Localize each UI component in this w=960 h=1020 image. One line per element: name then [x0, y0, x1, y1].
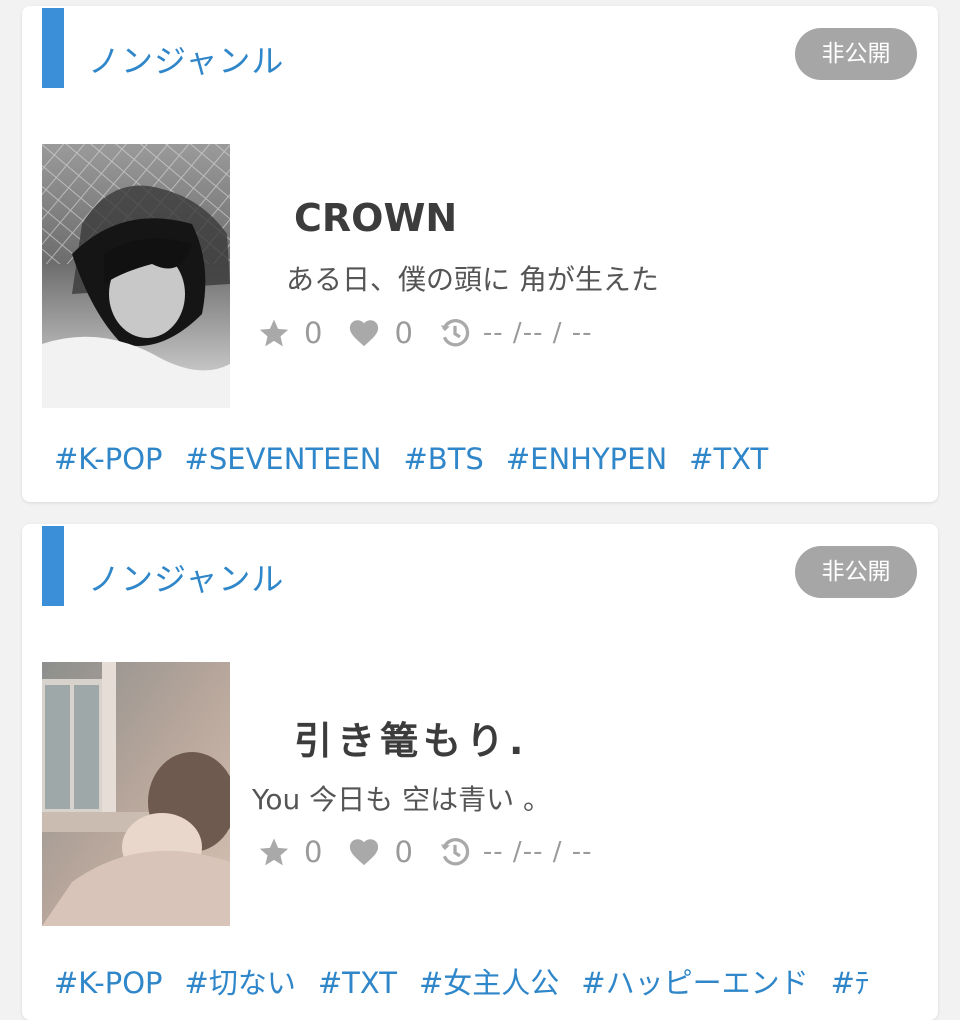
tag[interactable]: #SEVENTEEN [185, 442, 382, 476]
tag[interactable]: #切ない [185, 966, 296, 1000]
genre-accent-bar [42, 526, 64, 606]
tag[interactable]: #TXT [318, 966, 397, 1000]
stats-row: 0 0 -- /-- / -- [254, 313, 593, 353]
star-icon [254, 832, 294, 872]
star-count: 0 [304, 316, 323, 350]
tag[interactable]: #ハッピーエンド [581, 966, 808, 1000]
tag-list: #K-POP #切ない #TXT #女主人公 #ハッピーエンド #ﾃ [54, 960, 891, 1002]
history-icon [435, 313, 475, 353]
star-icon [254, 313, 294, 353]
tag[interactable]: #女主人公 [419, 966, 559, 1000]
novel-title[interactable]: CROWN [294, 196, 457, 240]
stats-row: 0 0 -- /-- / -- [254, 832, 593, 872]
updated-date: -- /-- / -- [482, 318, 593, 348]
novel-card[interactable]: ノンジャンル 非公開 引き篭もり. You 今日も 空は青い 。 0 0 -- … [22, 524, 938, 1020]
cover-image[interactable] [42, 662, 230, 926]
novel-description: ある日、僕の頭に 角が生えた [286, 263, 659, 296]
tag[interactable]: #K-POP [54, 442, 163, 476]
private-badge: 非公開 [795, 546, 917, 598]
novel-card[interactable]: ノンジャンル 非公開 CROWN ある日、僕の頭に 角が生えた 0 0 -- /… [22, 6, 938, 502]
heart-icon [344, 832, 384, 872]
history-icon [435, 832, 475, 872]
genre-label[interactable]: ノンジャンル [88, 554, 284, 600]
genre-label[interactable]: ノンジャンル [88, 36, 284, 82]
like-count: 0 [394, 835, 413, 869]
private-badge: 非公開 [795, 28, 917, 80]
updated-date: -- /-- / -- [482, 837, 593, 867]
cover-image[interactable] [42, 144, 230, 408]
tag[interactable]: #ENHYPEN [506, 442, 667, 476]
tag-list: #K-POP #SEVENTEEN #BTS #ENHYPEN #TXT [54, 442, 790, 476]
novel-description: You 今日も 空は青い 。 [252, 783, 551, 816]
like-count: 0 [394, 316, 413, 350]
genre-accent-bar [42, 8, 64, 88]
novel-title[interactable]: 引き篭もり. [294, 710, 528, 765]
star-count: 0 [304, 835, 323, 869]
tag[interactable]: #K-POP [54, 966, 163, 1000]
tag[interactable]: #BTS [404, 442, 484, 476]
tag[interactable]: #ﾃ [831, 966, 870, 1000]
heart-icon [344, 313, 384, 353]
tag[interactable]: #TXT [689, 442, 768, 476]
